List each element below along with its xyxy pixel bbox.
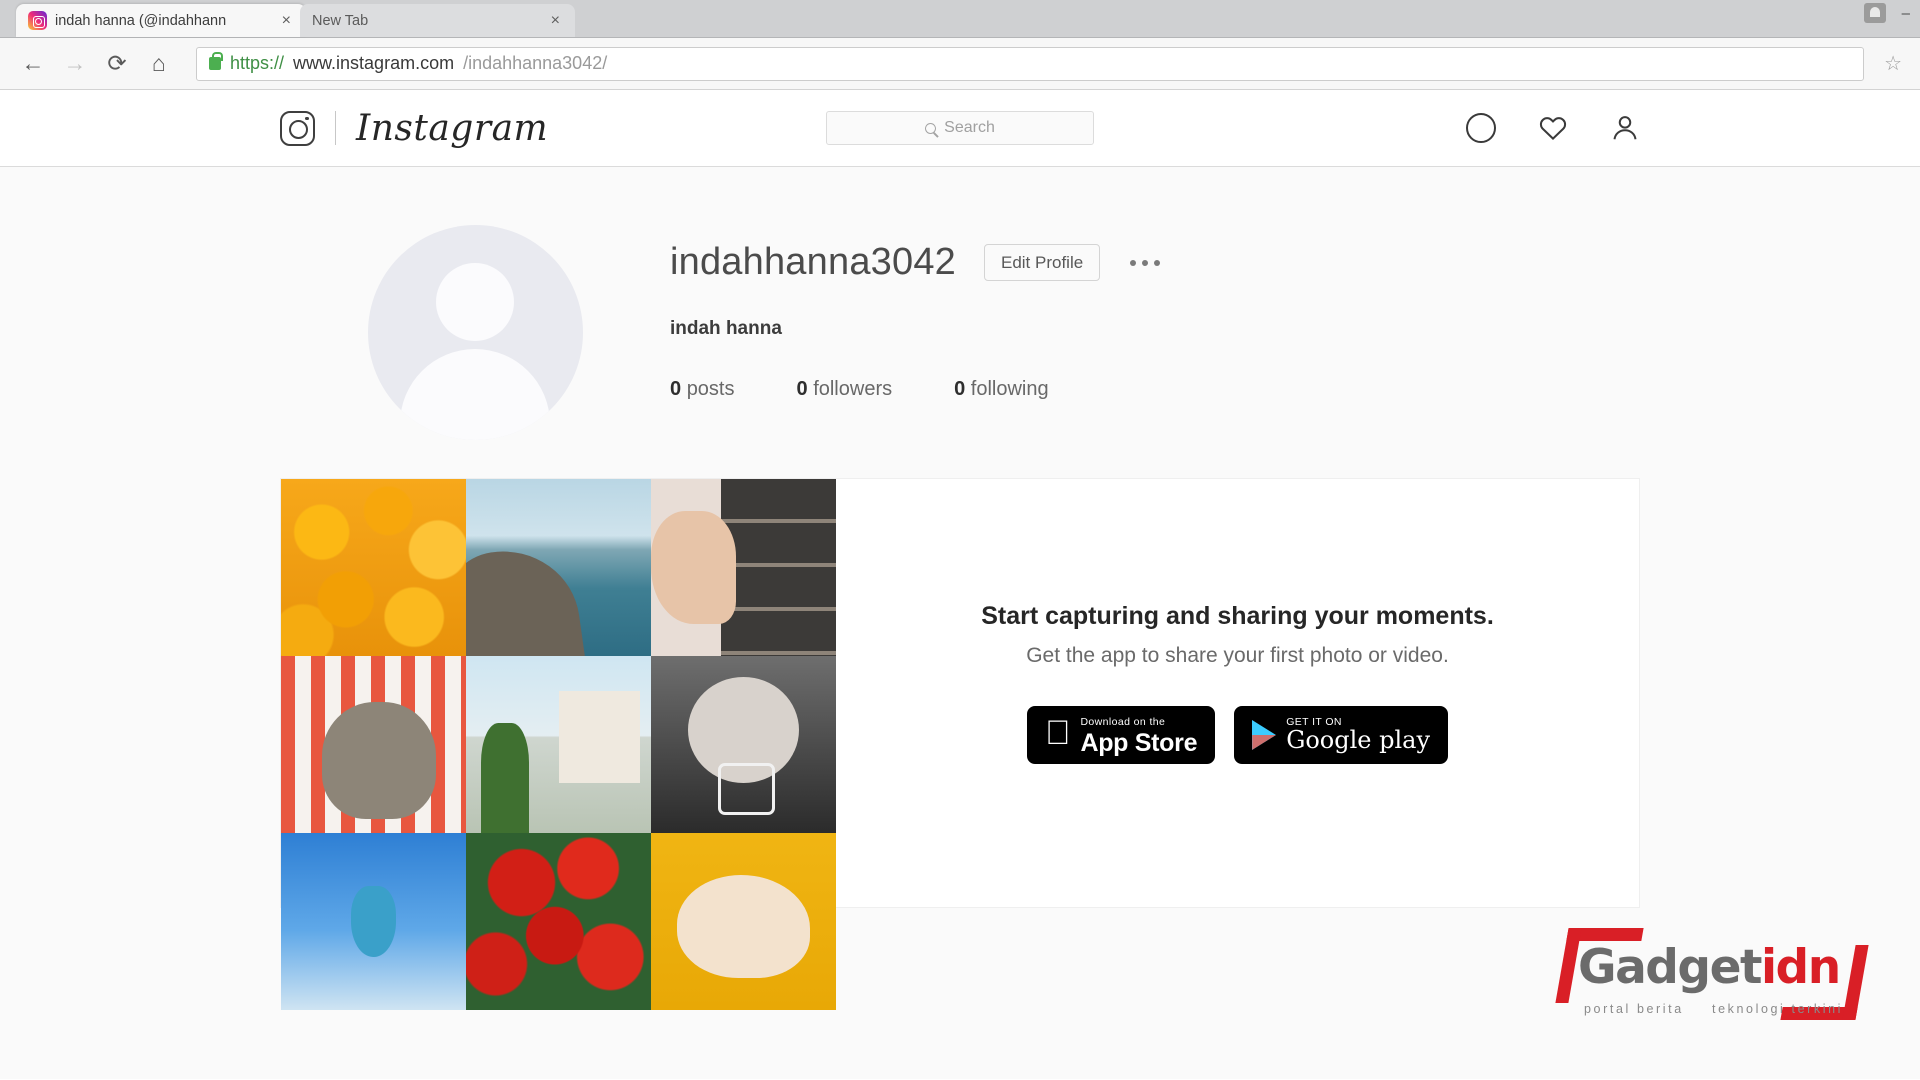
- user-avatar-button[interactable]: [1863, 3, 1886, 23]
- instagram-camera-icon[interactable]: [280, 110, 315, 146]
- browser-tab-instagram[interactable]: indah hanna (@indahhann ×: [16, 4, 306, 37]
- avatar-column: [280, 225, 670, 440]
- avatar-placeholder-body-icon: [400, 349, 550, 440]
- avatar-placeholder-head-icon: [436, 263, 514, 341]
- gadgetidn-watermark: Gadget idn portal berita teknologi terkin…: [1562, 928, 1862, 1020]
- browser-tab-new-tab[interactable]: New Tab ×: [300, 4, 575, 37]
- tab-close-icon[interactable]: ×: [548, 11, 563, 31]
- promo-tile-dog: [281, 656, 466, 833]
- forward-button[interactable]: →: [58, 47, 92, 81]
- promo-tile-oranges: [281, 479, 466, 656]
- google-play-badge[interactable]: GET IT ON Google play: [1234, 706, 1449, 764]
- google-play-badge-large: Google play: [1273, 726, 1430, 755]
- explore-compass-icon[interactable]: [1466, 113, 1496, 143]
- stat-following-count: 0: [954, 378, 966, 400]
- tab-strip: indah hanna (@indahhann × New Tab × –: [0, 0, 1920, 38]
- instagram-logo[interactable]: Instagram: [280, 108, 548, 149]
- tab-close-icon[interactable]: ×: [279, 11, 294, 31]
- logo-divider: [335, 111, 336, 145]
- watermark-brand-second: idn: [1760, 940, 1841, 995]
- reload-button[interactable]: ⟳: [100, 47, 134, 81]
- promo-tile-baby: [651, 656, 836, 833]
- url-domain: www.instagram.com: [293, 53, 455, 73]
- promo-tile-cat: [651, 833, 836, 1010]
- instagram-favicon-icon: [28, 11, 47, 30]
- tab-title: indah hanna (@indahhann: [55, 12, 227, 29]
- browser-toolbar: ← → ⟳ ⌂ https:// www.instagram.com/indahh…: [0, 38, 1920, 90]
- app-store-badge-large: App Store: [1067, 729, 1197, 758]
- home-button[interactable]: ⌂: [142, 47, 176, 81]
- app-store-badge[interactable]:  Download on the App Store: [1026, 706, 1216, 764]
- app-store-badges:  Download on the App Store GET IT ON Go…: [1026, 706, 1449, 764]
- stat-following-label: following: [970, 378, 1049, 400]
- secure-lock-icon: [209, 52, 223, 70]
- profile-person-icon[interactable]: [1610, 113, 1640, 143]
- avatar[interactable]: [367, 225, 583, 440]
- stat-followers[interactable]: 0 followers: [797, 378, 893, 401]
- promo-tile-coastline: [466, 479, 651, 656]
- watermark-tagline-left: portal berita: [1584, 1002, 1684, 1016]
- window-controls: –: [1863, 3, 1910, 23]
- promo-tile-sky: [281, 833, 466, 1010]
- promo-tile-flowers: [466, 833, 651, 1010]
- stat-followers-label: followers: [813, 378, 893, 400]
- instagram-navbar: Instagram Search: [0, 90, 1920, 167]
- url-path: /indahhanna3042/: [463, 53, 608, 73]
- google-play-icon: [1252, 720, 1277, 750]
- edit-profile-button[interactable]: Edit Profile: [983, 244, 1101, 281]
- watermark-tagline-right: teknologi terkini: [1712, 1002, 1844, 1016]
- search-icon: [925, 122, 937, 134]
- stat-followers-count: 0: [796, 378, 808, 400]
- stat-posts-label: posts: [686, 378, 735, 400]
- page-title: indahhanna3042: [670, 241, 956, 283]
- profile-options-icon[interactable]: [1128, 254, 1162, 272]
- bookmark-star-icon[interactable]: ☆: [1884, 51, 1902, 76]
- promo-tile-cactus: [466, 656, 651, 833]
- tab-title: New Tab: [312, 12, 369, 29]
- get-the-app-promo: Start capturing and sharing your moments…: [280, 478, 1640, 1010]
- apple-logo-icon: : [1045, 716, 1071, 750]
- watermark-brand-first: Gadget: [1578, 940, 1762, 995]
- stat-following[interactable]: 0 following: [954, 378, 1049, 401]
- promo-content: Start capturing and sharing your moments…: [836, 479, 1639, 907]
- url-scheme: https://: [230, 53, 285, 73]
- instagram-wordmark[interactable]: Instagram: [356, 108, 548, 149]
- stat-posts: 0 posts: [670, 378, 735, 401]
- back-button[interactable]: ←: [16, 47, 50, 81]
- profile-full-name: indah hanna: [670, 318, 782, 339]
- promo-subtitle: Get the app to share your first photo or…: [1026, 644, 1449, 667]
- profile-info: indahhanna3042 Edit Profile indah hanna …: [670, 225, 1162, 440]
- search-input[interactable]: Search: [826, 111, 1094, 145]
- promo-title: Start capturing and sharing your moments…: [981, 602, 1494, 630]
- profile-header: indahhanna3042 Edit Profile indah hanna …: [280, 167, 1640, 440]
- promo-photo-grid: [281, 479, 836, 1010]
- stat-posts-count: 0: [670, 378, 682, 400]
- minimize-button[interactable]: –: [1902, 6, 1910, 21]
- profile-stats: 0 posts 0 followers 0 following: [670, 378, 1162, 401]
- promo-tile-photobooth: [651, 479, 836, 656]
- app-store-badge-small: Download on the: [1067, 716, 1164, 729]
- address-bar[interactable]: https:// www.instagram.com/indahhanna3042…: [196, 46, 1864, 81]
- activity-heart-icon[interactable]: [1538, 113, 1568, 143]
- navbar-icons: [1466, 113, 1640, 143]
- search-placeholder: Search: [944, 119, 995, 136]
- browser-window: indah hanna (@indahhann × New Tab × – ← …: [0, 0, 1920, 1080]
